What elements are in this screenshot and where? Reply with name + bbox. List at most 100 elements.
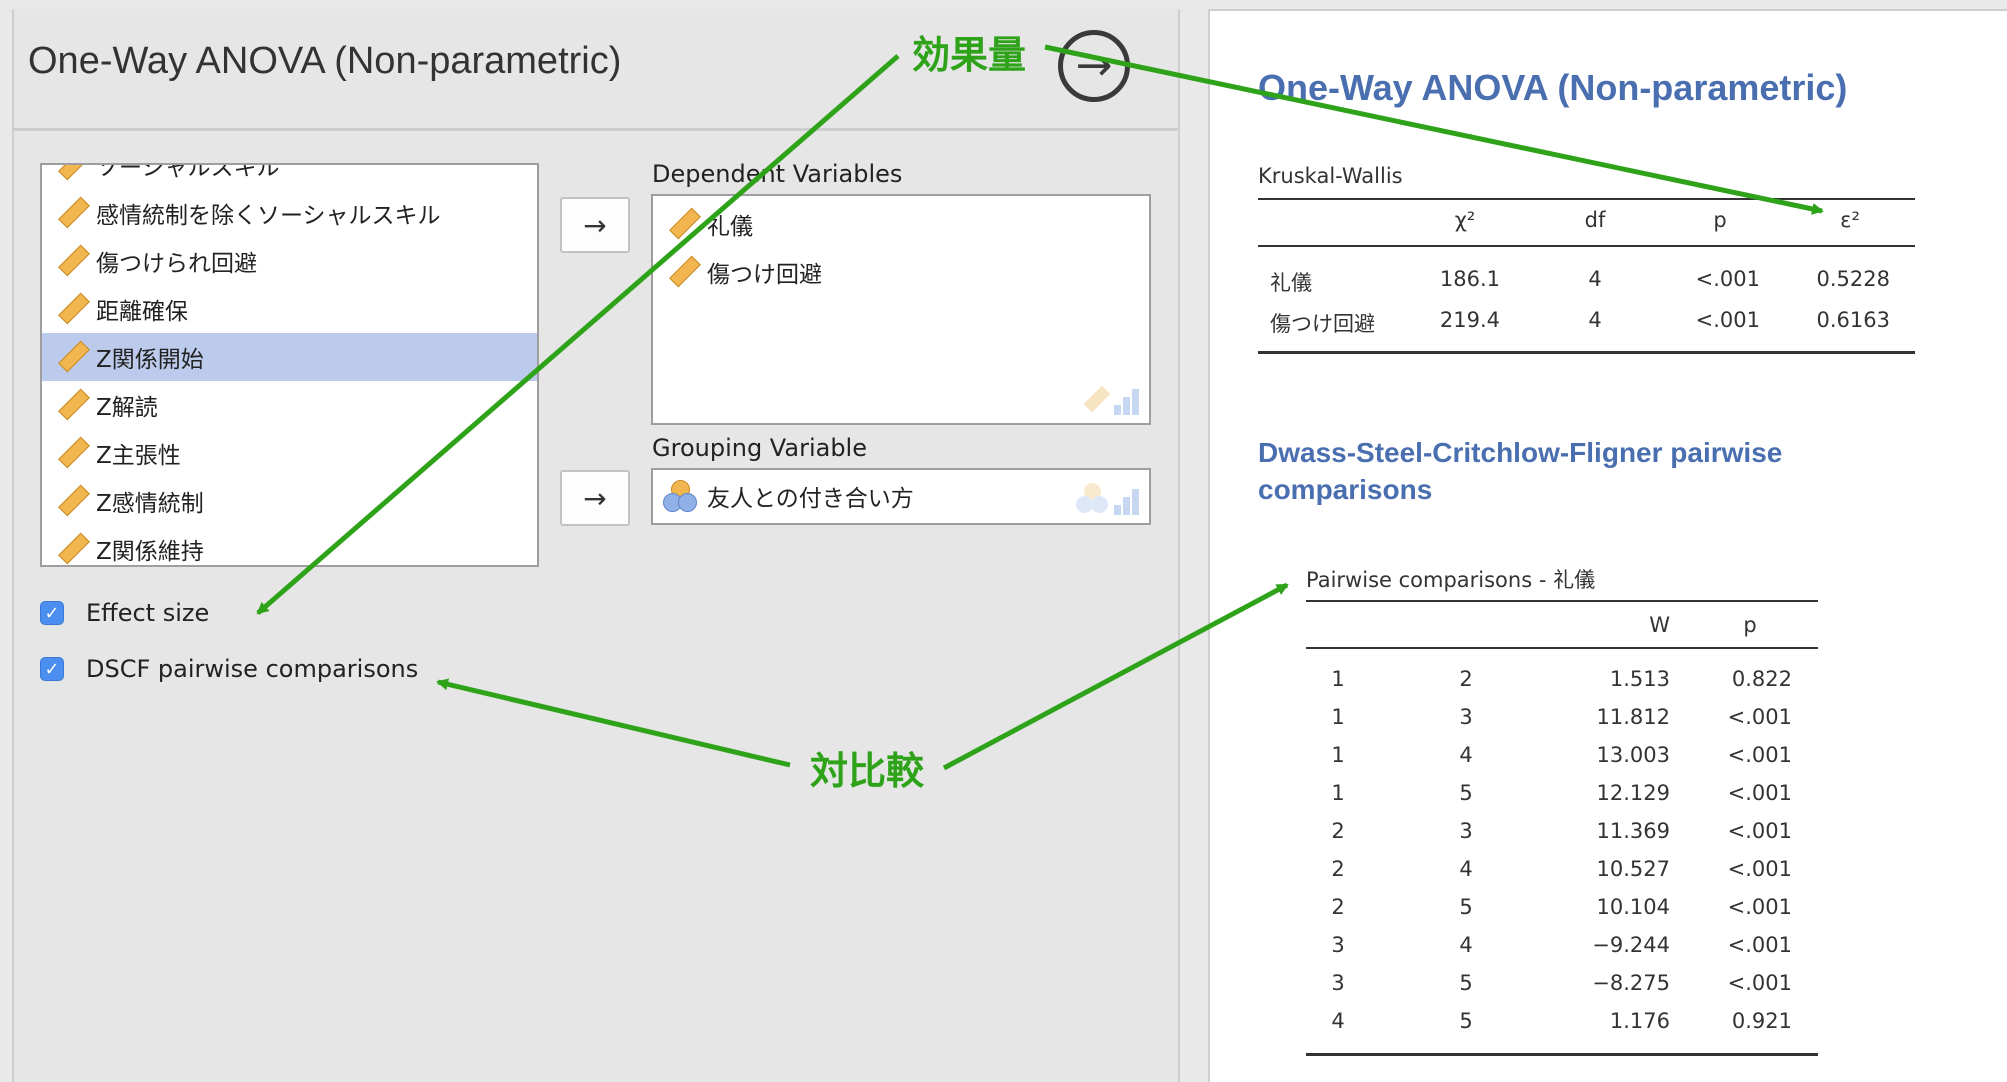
ruler-icon (52, 485, 84, 517)
table-cell: 4 (1588, 267, 1602, 291)
table-cell: 5 (1459, 781, 1473, 805)
effect-size-checkbox[interactable]: ✓ (40, 601, 64, 625)
table-cell: 1 (1331, 667, 1345, 691)
dscf-checkbox[interactable]: ✓ (40, 657, 64, 681)
ruler-icon (52, 197, 84, 229)
grouping-item[interactable]: 友人との付き合い方 (653, 472, 914, 520)
effect-size-option[interactable]: ✓ Effect size (40, 599, 209, 627)
table-header: df (1584, 208, 1606, 232)
panel-splitter[interactable] (1180, 0, 1208, 1082)
table-header: p (1713, 208, 1727, 232)
analysis-title: One-Way ANOVA (Non-parametric) (28, 40, 622, 82)
table-cell: 3 (1331, 971, 1345, 995)
table-cell: 1 (1331, 743, 1345, 767)
table-cell: <.001 (1727, 743, 1792, 767)
table-cell: 3 (1331, 933, 1345, 957)
allowed-types-icon (1083, 385, 1139, 415)
table-cell: <.001 (1695, 308, 1760, 332)
table-cell: 5 (1459, 971, 1473, 995)
ruler-icon (663, 256, 695, 288)
ruler-icon (52, 293, 84, 325)
table-rule (1258, 245, 1915, 247)
pairwise-table-title: Pairwise comparisons - 礼儀 (1306, 568, 1596, 592)
move-to-grouping-button[interactable]: → (560, 470, 630, 526)
dependent-variables-label: Dependent Variables (652, 160, 903, 188)
table-cell: 2 (1331, 819, 1345, 843)
variable-item[interactable]: Z感情統制 (42, 477, 537, 525)
table-cell: 4 (1459, 933, 1473, 957)
table-cell: 10.527 (1596, 857, 1670, 881)
results-title: One-Way ANOVA (Non-parametric) (1258, 67, 1848, 108)
variable-item[interactable]: Z解読 (42, 381, 537, 429)
dependent-item[interactable]: 傷つけ回避 (653, 248, 822, 296)
table-cell: <.001 (1695, 267, 1760, 291)
table-cell: 礼儀 (1270, 271, 1312, 295)
table-cell: <.001 (1727, 819, 1792, 843)
variable-item[interactable]: ソーシャルスキル (42, 165, 537, 189)
table-cell: 0.5228 (1816, 267, 1890, 291)
table-header: χ² (1454, 208, 1476, 232)
grouping-variable-box[interactable]: 友人との付き合い方 (651, 468, 1151, 525)
table-cell: 0.921 (1731, 1009, 1792, 1033)
table-cell: <.001 (1727, 781, 1792, 805)
table-cell: 11.812 (1596, 705, 1670, 729)
move-to-dependent-button[interactable]: → (560, 197, 630, 253)
table-cell: 13.003 (1596, 743, 1670, 767)
table-cell: 0.6163 (1816, 308, 1890, 332)
ruler-icon (52, 245, 84, 277)
table-cell: <.001 (1727, 971, 1792, 995)
dscf-heading-2: comparisons (1258, 474, 1433, 505)
dependent-item[interactable]: 礼儀 (653, 200, 753, 248)
table-cell: 10.104 (1596, 895, 1670, 919)
variable-item[interactable]: Z関係開始 (42, 333, 537, 381)
table-cell: <.001 (1727, 705, 1792, 729)
allowed-types-icon (1076, 483, 1139, 515)
variable-list[interactable]: ソーシャルスキル 感情統制を除くソーシャルスキル 傷つけられ回避 距離確保 Z関係開始 Z… (40, 163, 539, 567)
table-cell: 1 (1331, 705, 1345, 729)
grouping-variable-label: Grouping Variable (652, 434, 867, 462)
table-cell: 3 (1459, 705, 1473, 729)
table-header: p (1743, 613, 1757, 637)
checkmark-icon: ✓ (44, 658, 60, 680)
variable-item[interactable]: Z関係維持 (42, 525, 537, 565)
variable-item[interactable]: 傷つけられ回避 (42, 237, 537, 285)
nominal-circles-icon (663, 480, 697, 512)
variable-item[interactable]: 距離確保 (42, 285, 537, 333)
title-divider (12, 128, 1178, 131)
table-cell: 4 (1459, 743, 1473, 767)
table-cell: 1 (1331, 781, 1345, 805)
ruler-icon (52, 389, 84, 421)
table-header: W (1649, 613, 1670, 637)
arrow-circle-right-icon: → (1075, 40, 1113, 91)
arrow-right-icon: → (583, 208, 607, 242)
ruler-icon (663, 208, 695, 240)
table-cell: 11.369 (1596, 819, 1670, 843)
table-cell: 3 (1459, 819, 1473, 843)
variable-item[interactable]: 感情統制を除くソーシャルスキル (42, 189, 537, 237)
table-cell: 219.4 (1439, 308, 1500, 332)
table-cell: 2 (1459, 667, 1473, 691)
table-cell: <.001 (1727, 857, 1792, 881)
table-cell: 4 (1331, 1009, 1345, 1033)
table-rule (1306, 647, 1818, 649)
dscf-option[interactable]: ✓ DSCF pairwise comparisons (40, 655, 418, 683)
pairwise-annotation: 対比較 (810, 749, 925, 793)
variable-item[interactable]: Z主張性 (42, 429, 537, 477)
ruler-icon (52, 341, 84, 373)
dependent-variables-box[interactable]: 礼儀 傷つけ回避 (651, 194, 1151, 425)
ruler-icon (52, 165, 84, 181)
run-button[interactable]: → (1058, 30, 1130, 102)
kw-table-title: Kruskal-Wallis (1258, 164, 1403, 188)
table-cell: <.001 (1727, 933, 1792, 957)
effect-size-annotation: 効果量 (912, 33, 1027, 77)
table-cell: 4 (1459, 857, 1473, 881)
table-rule (1306, 600, 1818, 602)
table-cell: 5 (1459, 895, 1473, 919)
arrow-right-icon: → (583, 481, 607, 515)
table-cell: 2 (1331, 857, 1345, 881)
table-cell: 5 (1459, 1009, 1473, 1033)
table-cell: 2 (1331, 895, 1345, 919)
dscf-heading-1: Dwass-Steel-Critchlow-Fligner pairwise (1258, 437, 1783, 468)
table-rule (1258, 198, 1915, 200)
table-cell: 1.513 (1609, 667, 1670, 691)
